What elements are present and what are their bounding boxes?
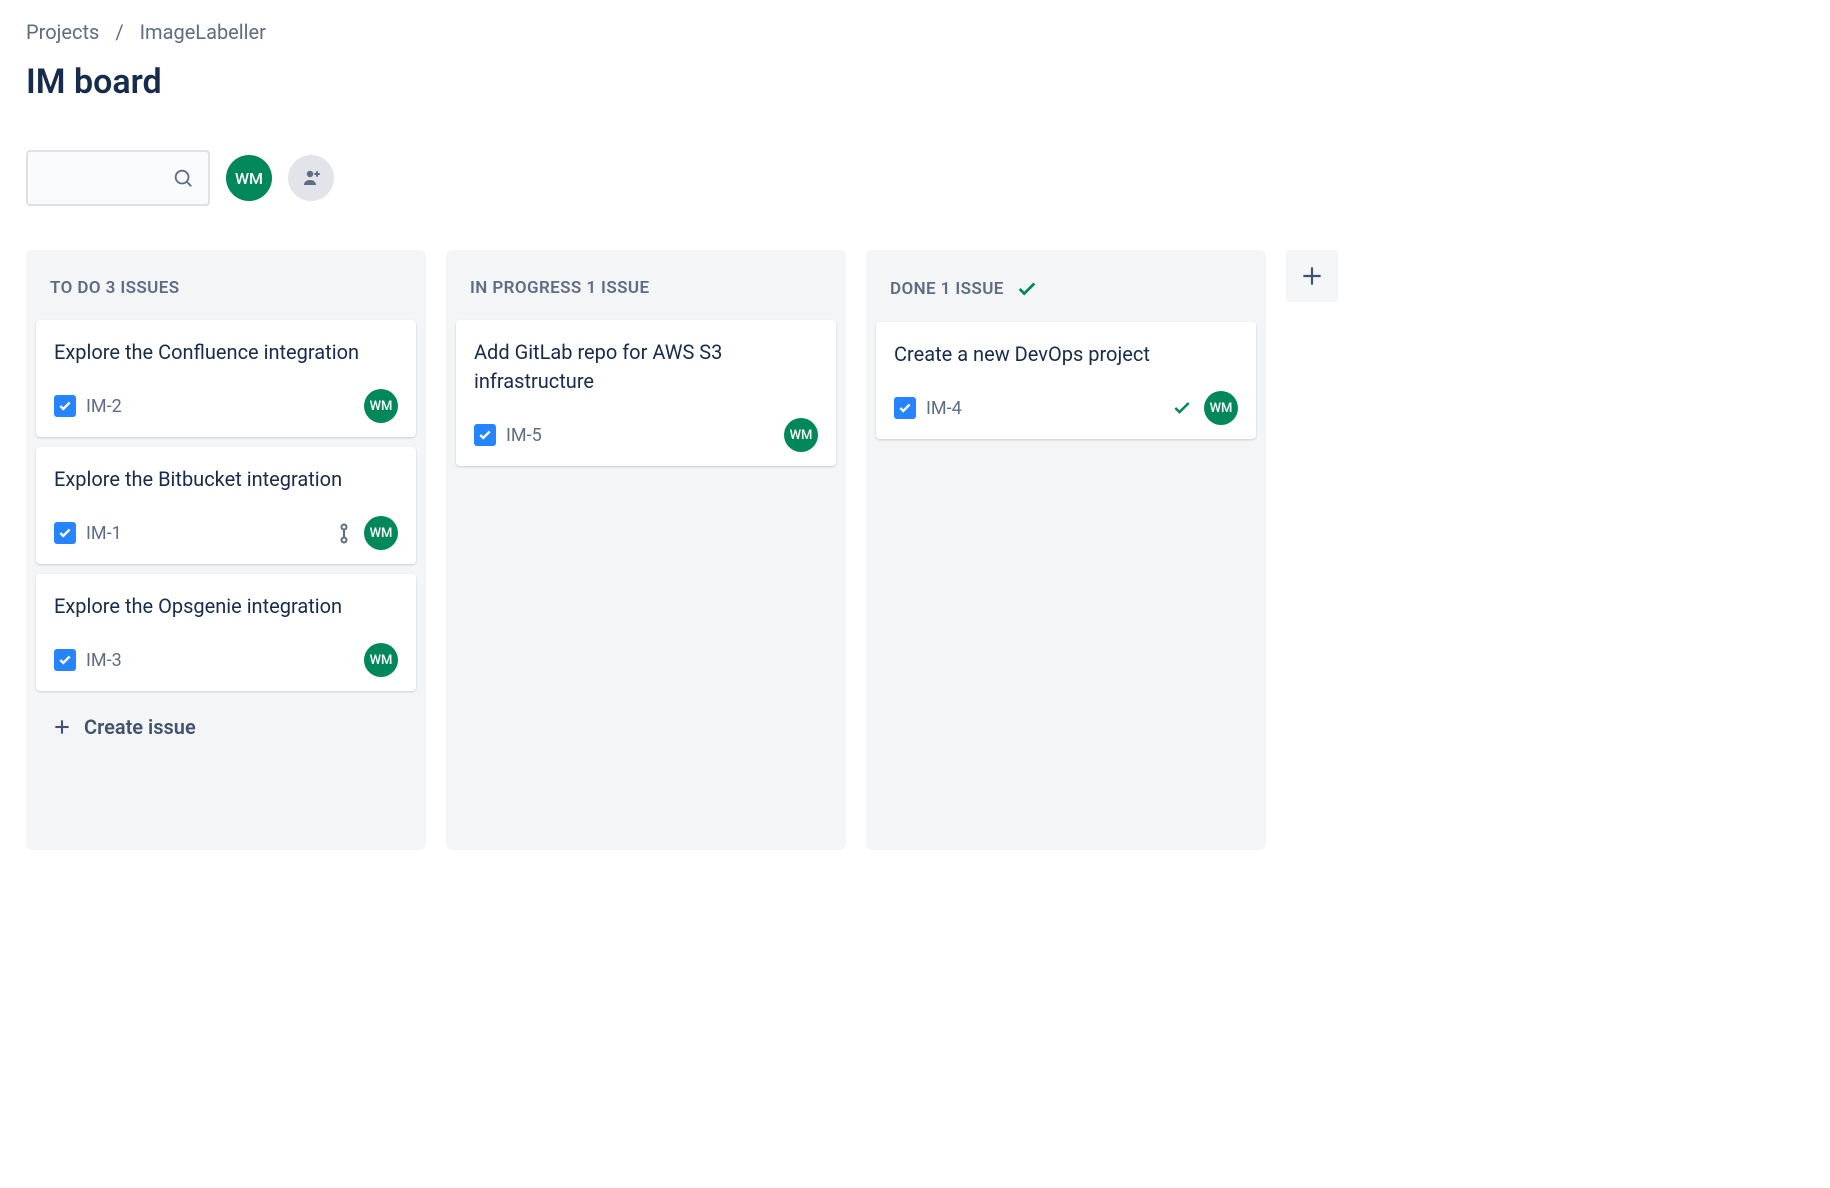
board-toolbar: WM [26,150,1804,206]
breadcrumb-separator: / [115,20,123,44]
task-icon [54,649,76,671]
user-avatar[interactable]: WM [226,155,272,201]
assignee-avatar[interactable]: WM [364,389,398,423]
add-column-button[interactable] [1286,250,1338,302]
card-title: Create a new DevOps project [894,340,1238,369]
breadcrumb: Projects / ImageLabeller [26,20,1804,44]
issue-card[interactable]: Create a new DevOps project IM-4 WM [876,322,1256,439]
card-title: Explore the Confluence integration [54,338,398,367]
issue-key[interactable]: IM-2 [86,396,122,417]
issue-card[interactable]: Add GitLab repo for AWS S3 infrastructur… [456,320,836,466]
add-people-button[interactable] [288,155,334,201]
assignee-avatar[interactable]: WM [784,418,818,452]
column-in-progress: IN PROGRESS 1 ISSUE Add GitLab repo for … [446,250,846,850]
task-icon [54,522,76,544]
create-issue-label: Create issue [84,715,196,739]
board-columns: TO DO 3 ISSUES Explore the Confluence in… [26,250,1804,850]
create-issue-button[interactable]: Create issue [36,701,416,753]
task-icon [54,395,76,417]
assignee-avatar[interactable]: WM [364,516,398,550]
issue-key[interactable]: IM-3 [86,650,122,671]
card-title: Explore the Opsgenie integration [54,592,398,621]
column-todo: TO DO 3 ISSUES Explore the Confluence in… [26,250,426,850]
plus-icon [1299,263,1325,289]
page-title: IM board [26,62,1804,102]
issue-key[interactable]: IM-5 [506,425,542,446]
column-header[interactable]: IN PROGRESS 1 ISSUE [456,260,836,320]
breadcrumb-project-name[interactable]: ImageLabeller [140,20,266,44]
task-icon [894,397,916,419]
issue-key[interactable]: IM-1 [86,523,122,544]
assignee-avatar[interactable]: WM [364,643,398,677]
search-icon [172,167,194,189]
column-header[interactable]: TO DO 3 ISSUES [36,260,416,320]
assignee-avatar[interactable]: WM [1204,391,1238,425]
column-title: DONE 1 ISSUE [890,279,1004,299]
issue-card[interactable]: Explore the Confluence integration IM-2 … [36,320,416,437]
card-title: Add GitLab repo for AWS S3 infrastructur… [474,338,818,396]
issue-card[interactable]: Explore the Opsgenie integration IM-3 WM [36,574,416,691]
priority-icon [336,522,352,544]
breadcrumb-projects[interactable]: Projects [26,20,99,44]
card-title: Explore the Bitbucket integration [54,465,398,494]
column-done: DONE 1 ISSUE Create a new DevOps project… [866,250,1266,850]
column-title: IN PROGRESS 1 ISSUE [470,278,649,298]
add-person-icon [299,166,323,190]
plus-icon [52,717,72,737]
issue-key[interactable]: IM-4 [926,398,962,419]
column-title: TO DO 3 ISSUES [50,278,180,298]
search-input[interactable] [26,150,210,206]
done-check-icon [1172,398,1192,418]
issue-card[interactable]: Explore the Bitbucket integration IM-1 W… [36,447,416,564]
column-header[interactable]: DONE 1 ISSUE [876,260,1256,322]
task-icon [474,424,496,446]
done-check-icon [1016,278,1038,300]
